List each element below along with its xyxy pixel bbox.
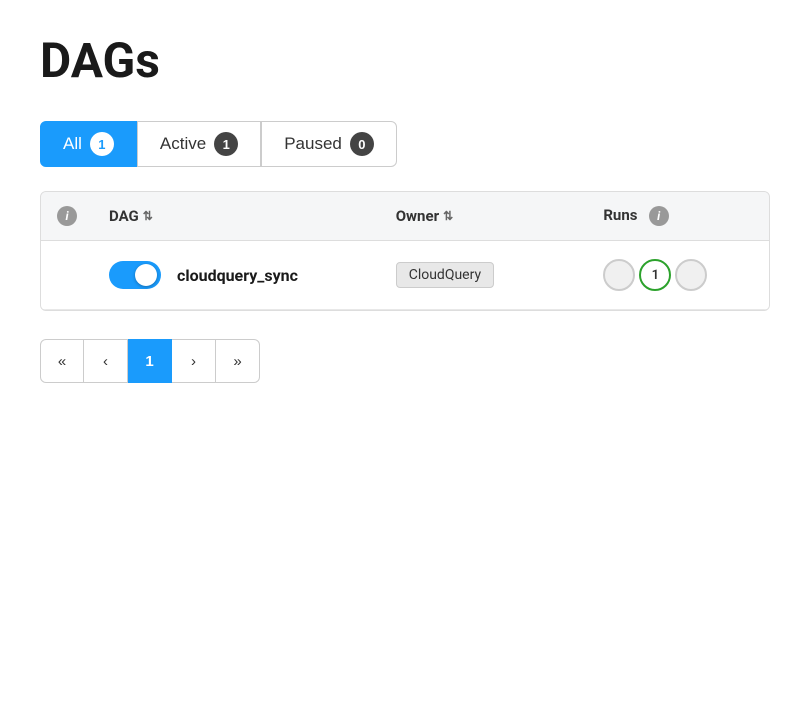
tab-all-badge: 1 [90, 132, 114, 156]
dag-sort-button[interactable]: DAG ⇅ [109, 207, 153, 225]
col-runs-label: Runs [603, 206, 637, 224]
tab-all-label: All [63, 134, 82, 154]
tab-all[interactable]: All 1 [40, 121, 137, 167]
dag-table-wrapper: i DAG ⇅ Owner ⇅ Runs i [40, 191, 770, 311]
tab-active-badge: 1 [214, 132, 238, 156]
tab-active-label: Active [160, 134, 206, 154]
runs-circles: 1 [603, 259, 753, 291]
page-last-button[interactable]: » [216, 339, 260, 383]
page-prev-button[interactable]: ‹ [84, 339, 128, 383]
dag-name[interactable]: cloudquery_sync [177, 266, 298, 285]
run-circle-2-value: 1 [652, 268, 659, 283]
filter-tabs: All 1 Active 1 Paused 0 [40, 121, 770, 167]
tab-paused-badge: 0 [350, 132, 374, 156]
toggle-slider [109, 261, 161, 289]
run-circle-1 [603, 259, 635, 291]
info-icon[interactable]: i [57, 206, 77, 226]
row-owner-cell: CloudQuery [380, 241, 588, 310]
table-header-row: i DAG ⇅ Owner ⇅ Runs i [41, 192, 769, 241]
tab-active[interactable]: Active 1 [137, 121, 261, 167]
runs-info-icon[interactable]: i [649, 206, 669, 226]
row-info-cell [41, 241, 93, 310]
row-dag-cell: cloudquery_sync [93, 241, 380, 310]
page-first-button[interactable]: « [40, 339, 84, 383]
page-title: DAGs [40, 32, 770, 89]
col-header-info: i [41, 192, 93, 241]
sort-icon-owner: ⇅ [443, 209, 453, 223]
col-header-runs: Runs i [587, 192, 769, 241]
dag-table: i DAG ⇅ Owner ⇅ Runs i [41, 192, 769, 310]
pagination: « ‹ 1 › » [40, 339, 770, 383]
page-current-button[interactable]: 1 [128, 339, 172, 383]
run-circle-2: 1 [639, 259, 671, 291]
row-runs-cell: 1 [587, 241, 769, 310]
table-row: cloudquery_sync CloudQuery 1 [41, 241, 769, 310]
tab-paused-label: Paused [284, 134, 342, 154]
owner-badge: CloudQuery [396, 262, 494, 288]
dag-toggle[interactable] [109, 261, 161, 289]
col-owner-label: Owner [396, 207, 439, 225]
tab-paused[interactable]: Paused 0 [261, 121, 397, 167]
owner-sort-button[interactable]: Owner ⇅ [396, 207, 453, 225]
col-header-dag: DAG ⇅ [93, 192, 380, 241]
page-next-button[interactable]: › [172, 339, 216, 383]
col-header-owner: Owner ⇅ [380, 192, 588, 241]
col-dag-label: DAG [109, 207, 139, 225]
sort-icon-dag: ⇅ [143, 209, 153, 223]
run-circle-3 [675, 259, 707, 291]
